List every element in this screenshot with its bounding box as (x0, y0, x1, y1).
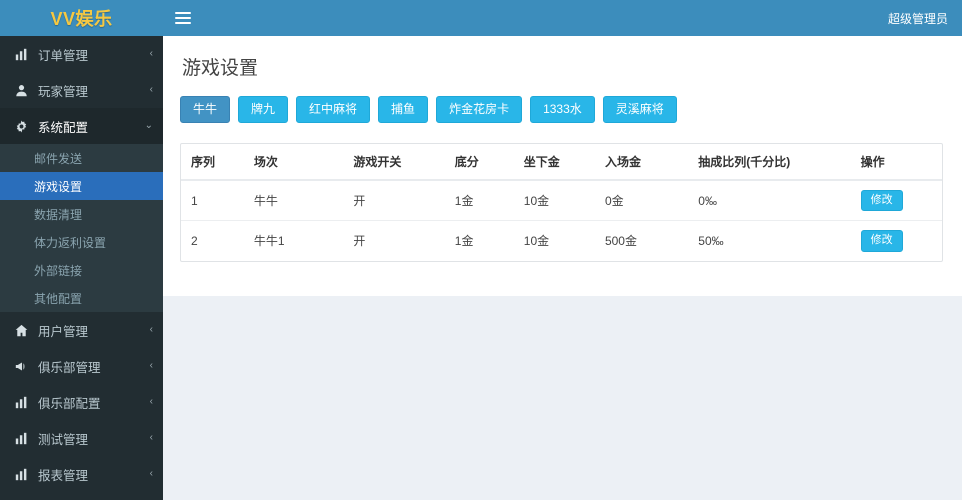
sidebar-subitem-label: 邮件发送 (34, 151, 83, 166)
cell-rate: 50‰ (688, 220, 851, 261)
chevron-left-icon: ‹ (149, 84, 153, 95)
sidebar-subitem-label: 外部链接 (34, 263, 83, 278)
sidebar-item-1[interactable]: 订单管理 ‹ (0, 36, 163, 72)
table-header-cell-2: 场次 (243, 144, 344, 182)
cell-game_switch: 开 (353, 194, 366, 209)
game-tabs: 牛牛 牌九 红中麻将 捕鱼 炸金花房卡 1333水 灵溪麻将 (180, 96, 945, 124)
table-head: 序列 场次 游戏开关 底分 坐下金 入场金 抽成比列(千分比) 操作 (181, 144, 942, 182)
sidebar-item-3[interactable]: 系统配置 ⌄ (0, 108, 163, 144)
tab-7[interactable]: 灵溪麻将 (602, 96, 677, 124)
table-header-cell-7: 抽成比列(千分比) (688, 144, 851, 182)
chevron-left-icon: ‹ (149, 48, 153, 59)
bar-chart-icon (12, 468, 30, 481)
cell-base_score: 1金 (454, 194, 474, 209)
brand-logo[interactable]: VV娱乐 (0, 0, 163, 36)
sidebar-subitem-6[interactable]: 其他配置 (0, 284, 163, 312)
settings-table: 序列 场次 游戏开关 底分 坐下金 入场金 抽成比列(千分比) 操作 1 牛牛开 1金 10金 0金 0… (181, 144, 942, 261)
sidebar-subitem-label: 其他配置 (34, 291, 83, 306)
sidebar-subitem-label: 体力返利设置 (34, 235, 107, 250)
sidebar-item-label: 测试管理 (38, 432, 89, 447)
cell-entry_gold: 0金 (604, 194, 624, 209)
table-row: 2 牛牛1 开 1金 10金 500金 50‰ 修改 (181, 220, 942, 261)
topbar: 超级管理员 (163, 0, 962, 36)
sidebar-item-8[interactable]: 报表管理 ‹ (0, 456, 163, 492)
chevron-left-icon: ‹ (149, 468, 153, 479)
sidebar-subitem-5[interactable]: 外部链接 (0, 256, 163, 284)
chevron-left-icon: ‹ (149, 432, 153, 443)
cell-action: 修改 (851, 180, 942, 221)
hamburger-icon[interactable] (173, 8, 193, 28)
settings-table-panel: 序列 场次 游戏开关 底分 坐下金 入场金 抽成比列(千分比) 操作 1 牛牛开 1金 10金 0金 0… (180, 143, 943, 262)
chevron-down-icon: ⌄ (144, 120, 153, 131)
megaphone-icon (12, 360, 30, 373)
table-row: 1 牛牛 开 1金 10金 0金 0‰ 修改 (181, 180, 942, 221)
sidebar: VV娱乐 订单管理 ‹ 玩家管理 ‹ 系统配置 ⌄ 邮件发送游戏设置数据清理体力返利设置 外部… (0, 0, 163, 500)
tab-4[interactable]: 捕鱼 (378, 96, 429, 124)
cell-sit_gold: 10金 (513, 220, 595, 261)
bar-chart-icon (12, 396, 30, 409)
cell-seq: 2 (181, 220, 244, 261)
chevron-left-icon: ‹ (149, 360, 153, 371)
chevron-left-icon: ‹ (149, 324, 153, 335)
sidebar-subitem-2[interactable]: 游戏设置 (0, 172, 163, 200)
bar-chart-icon (12, 48, 30, 61)
sidebar-item-4[interactable]: 用户管理 ‹ (0, 312, 163, 348)
sidebar-nav: 订单管理 ‹ 玩家管理 ‹ 系统配置 ⌄ 邮件发送游戏设置数据清理体力返利设置 外部链接其他配… (0, 36, 163, 500)
table-header-cell-6: 入场金 (594, 144, 689, 182)
brand-logo-text: VV娱乐 (50, 9, 113, 29)
sidebar-item-7[interactable]: 测试管理 ‹ (0, 420, 163, 456)
sidebar-subitem-3[interactable]: 数据清理 (0, 200, 163, 228)
table-body: 1 牛牛开 1金 10金 0金 0‰ 修改 2 牛牛1 开 1金 10金 500金 50‰ 修改 (181, 180, 942, 261)
sidebar-item-label: 报表管理 (38, 468, 89, 483)
cell-base_score: 1金 (444, 220, 514, 261)
cell-round: 牛牛1 (243, 220, 344, 261)
sidebar-submenu: 邮件发送游戏设置数据清理体力返利设置 外部链接其他配置 (0, 144, 163, 312)
table-header-row: 序列 场次 游戏开关 底分 坐下金 入场金 抽成比列(千分比) 操作 (181, 144, 942, 182)
user-icon (12, 84, 30, 97)
sidebar-item-9[interactable]: 游戏设置‹ (0, 492, 163, 500)
sidebar-item-label: 俱乐部管理 (38, 360, 101, 375)
current-user-label[interactable]: 超级管理员 (888, 10, 948, 27)
tab-3[interactable]: 红中麻将 (296, 96, 371, 124)
sidebar-item-6[interactable]: 俱乐部配置 ‹ (0, 384, 163, 420)
table-header-cell-3: 游戏开关 (343, 144, 445, 182)
sidebar-item-label: 用户管理 (38, 324, 89, 339)
content-panel: 游戏设置 牛牛 牌九 红中麻将 捕鱼 炸金花房卡 1333水 灵溪麻将 序列 场次 游戏开关 底分… (163, 36, 962, 296)
cell-entry_gold: 500金 (594, 220, 689, 261)
app-root: VV娱乐 订单管理 ‹ 玩家管理 ‹ 系统配置 ⌄ 邮件发送 游戏设置 数据清理 体力返利设置 外部… (0, 0, 962, 500)
sidebar-item-label: 俱乐部配置 (38, 396, 101, 411)
cell-action: 修改 (850, 220, 942, 261)
tab-6[interactable]: 1333水 (530, 96, 595, 124)
main-area: 超级管理员 游戏设置 牛牛 牌九 红中麻将 捕鱼 炸金花房卡 1333水 灵溪麻将 序列 场次… (163, 0, 962, 500)
sidebar-subitem-label: 数据清理 (34, 207, 83, 222)
chevron-left-icon: ‹ (149, 396, 153, 407)
sidebar-subitem-4[interactable]: 体力返利设置 (0, 228, 163, 256)
home-icon (12, 324, 30, 337)
tab-2[interactable]: 牌九 (238, 96, 289, 124)
table-header-cell-8: 操作 (850, 144, 942, 182)
modify-button[interactable]: 修改 (860, 230, 903, 252)
page-background-filler (163, 296, 962, 500)
sidebar-item-label: 订单管理 (38, 48, 89, 63)
cell-game_switch: 开 (343, 220, 445, 261)
table-header-cell-1: 序列 (181, 144, 244, 182)
table-header-cell-5: 坐下金 (513, 144, 595, 182)
cell-sit_gold: 10金 (523, 194, 550, 209)
cell-seq: 1 (191, 193, 198, 208)
sidebar-subitem-1[interactable]: 邮件发送 (0, 144, 163, 172)
table-header-cell-4: 底分 (444, 144, 514, 182)
cell-rate: 0‰ (698, 193, 717, 208)
tab-1[interactable]: 牛牛 (180, 96, 231, 124)
sidebar-item-label: 系统配置 (38, 120, 89, 135)
sidebar-subitem-label: 游戏设置 (34, 179, 83, 194)
page-title: 游戏设置 (182, 58, 259, 79)
gear-icon (12, 119, 30, 133)
sidebar-item-label: 玩家管理 (38, 84, 89, 99)
bar-chart-icon (12, 432, 30, 445)
modify-button[interactable]: 修改 (860, 190, 903, 212)
sidebar-item-2[interactable]: 玩家管理 ‹ (0, 72, 163, 108)
cell-round: 牛牛 (253, 194, 278, 209)
tab-5[interactable]: 炸金花房卡 (436, 96, 523, 124)
sidebar-item-5[interactable]: 俱乐部管理 ‹ (0, 348, 163, 384)
